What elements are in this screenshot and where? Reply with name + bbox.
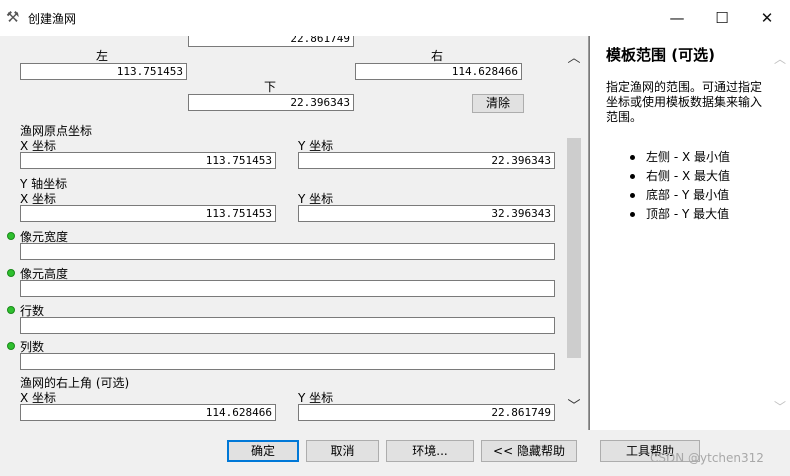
chevron-up-icon: ︿ [567,51,581,66]
ok-button[interactable]: 确定 [227,440,299,462]
hide-help-button[interactable]: << 隐藏帮助 [481,440,577,462]
corner-x-input[interactable]: 114.628466 [20,404,276,421]
help-title: 模板范围 (可选) [606,46,715,64]
parameter-form: 22.861749 左 右 113.751453 114.628466 下 22… [0,36,589,430]
scroll-up-button[interactable]: ︿ [564,50,584,68]
hammer-icon: ⚒ [6,8,20,26]
required-dot-icon [7,269,15,277]
scroll-thumb[interactable] [567,138,581,358]
extent-right-input[interactable]: 114.628466 [355,63,522,80]
watermark: CSDN @ytchen312 [650,451,764,465]
extent-top-input[interactable]: 22.861749 [188,36,354,47]
required-dot-icon [7,232,15,240]
required-dot-icon [7,306,15,314]
environments-button[interactable]: 环境... [386,440,474,462]
origin-x-input[interactable]: 113.751453 [20,152,276,169]
help-chevron-down-icon[interactable]: ﹀ [773,398,787,415]
cancel-button[interactable]: 取消 [306,440,379,462]
maximize-icon: ☐ [715,9,729,27]
help-chevron-up-icon[interactable]: ︿ [773,50,787,67]
chevron-down-icon: ﹀ [567,399,581,414]
yaxis-y-input[interactable]: 32.396343 [298,205,555,222]
required-dot-icon [7,342,15,350]
title-bar: ⚒ 创建渔网 — ☐ ✕ [0,0,790,36]
corner-y-input[interactable]: 22.861749 [298,404,555,421]
cols-input[interactable] [20,353,555,370]
extent-left-input[interactable]: 113.751453 [20,63,187,80]
rows-input[interactable] [20,317,555,334]
help-list-item: 顶部 - Y 最大值 [630,205,730,224]
extent-bottom-label: 下 [264,80,277,94]
help-list-item: 右侧 - X 最大值 [630,167,730,186]
cell-width-input[interactable] [20,243,555,260]
help-list-item: 左侧 - X 最小值 [630,148,730,167]
help-panel: 模板范围 (可选) 指定渔网的范围。可通过指定坐标或使用模板数据集来输入范围。 … [589,36,790,430]
window-title: 创建渔网 [28,12,77,26]
close-button[interactable]: ✕ [744,0,790,36]
maximize-button[interactable]: ☐ [699,0,745,36]
scroll-down-button[interactable]: ﹀ [564,398,584,416]
minimize-button[interactable]: — [654,0,700,36]
extent-right-label: 右 [431,49,444,63]
yaxis-x-input[interactable]: 113.751453 [20,205,276,222]
extent-bottom-input[interactable]: 22.396343 [188,94,354,111]
minimize-icon: — [669,9,685,27]
help-body: 指定渔网的范围。可通过指定坐标或使用模板数据集来输入范围。 [606,80,763,124]
cell-height-input[interactable] [20,280,555,297]
clear-button[interactable]: 清除 [472,94,524,113]
close-icon: ✕ [760,9,774,27]
help-list-item: 底部 - Y 最小值 [630,186,730,205]
help-list: 左侧 - X 最小值 右侧 - X 最大值 底部 - Y 最小值 顶部 - Y … [630,148,730,224]
extent-left-label: 左 [96,49,109,63]
origin-y-input[interactable]: 22.396343 [298,152,555,169]
form-scrollbar[interactable]: ︿ ﹀ [564,36,584,430]
